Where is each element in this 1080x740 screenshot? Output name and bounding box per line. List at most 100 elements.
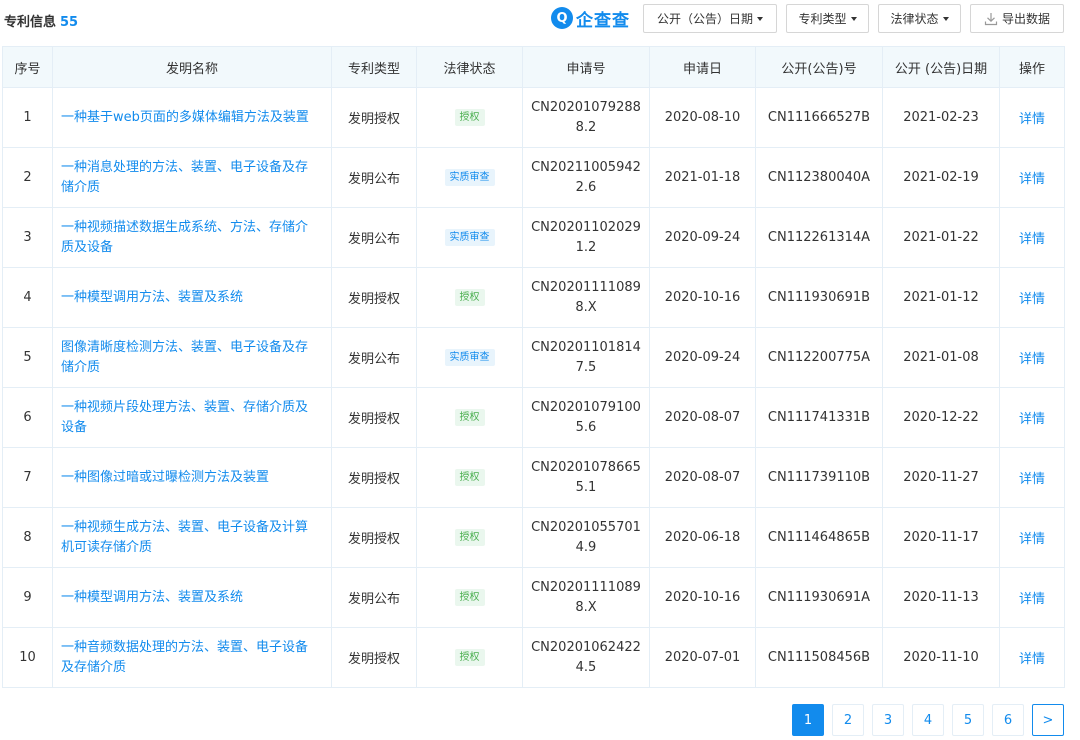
patent-type: 发明公布 bbox=[331, 207, 417, 268]
row-no: 6 bbox=[2, 387, 53, 448]
patent-name-link[interactable]: 一种模型调用方法、装置及系统 bbox=[61, 290, 243, 305]
column-header-action: 操作 bbox=[999, 46, 1065, 88]
detail-link[interactable]: 详情 bbox=[1019, 652, 1045, 667]
publication-number: CN112380040A bbox=[755, 147, 883, 208]
patent-type: 发明公布 bbox=[331, 567, 417, 628]
row-no: 5 bbox=[2, 327, 53, 388]
patent-name-link[interactable]: 一种图像过暗或过曝检测方法及装置 bbox=[61, 470, 269, 485]
status-badge: 授权 bbox=[454, 529, 485, 546]
page-button-6[interactable]: 6 bbox=[992, 704, 1024, 736]
patent-type: 发明授权 bbox=[331, 87, 417, 148]
publication-number: CN112200775A bbox=[755, 327, 883, 388]
column-header-no: 序号 bbox=[2, 46, 53, 88]
publication-number: CN111508456B bbox=[755, 627, 883, 688]
status-badge: 授权 bbox=[454, 589, 485, 606]
patent-name-link[interactable]: 一种音频数据处理的方法、装置、电子设备及存储介质 bbox=[61, 640, 308, 675]
download-icon bbox=[984, 12, 998, 25]
publication-number: CN111666527B bbox=[755, 87, 883, 148]
row-no: 7 bbox=[2, 447, 53, 508]
publication-date: 2020-11-10 bbox=[882, 627, 1000, 688]
detail-link[interactable]: 详情 bbox=[1019, 592, 1045, 607]
detail-link[interactable]: 详情 bbox=[1019, 232, 1045, 247]
detail-link[interactable]: 详情 bbox=[1019, 112, 1045, 127]
publication-date: 2021-01-08 bbox=[882, 327, 1000, 388]
brand-logo-icon: Q bbox=[551, 7, 573, 29]
patent-name-link[interactable]: 一种基于web页面的多媒体编辑方法及装置 bbox=[61, 110, 309, 125]
row-no: 1 bbox=[2, 87, 53, 148]
detail-link[interactable]: 详情 bbox=[1019, 412, 1045, 427]
column-header-status: 法律状态 bbox=[416, 46, 523, 88]
legal-status-filter[interactable]: 法律状态 bbox=[878, 4, 961, 33]
application-date: 2020-06-18 bbox=[649, 507, 756, 568]
row-no: 10 bbox=[2, 627, 53, 688]
column-header-app-no: 申请号 bbox=[522, 46, 650, 88]
publication-number: CN111930691B bbox=[755, 267, 883, 328]
publication-date: 2020-11-17 bbox=[882, 507, 1000, 568]
publication-date: 2021-02-23 bbox=[882, 87, 1000, 148]
application-number: CN202010557014.9 bbox=[522, 507, 650, 568]
row-no: 4 bbox=[2, 267, 53, 328]
patent-name-link[interactable]: 一种模型调用方法、装置及系统 bbox=[61, 590, 243, 605]
patent-name-link[interactable]: 一种视频片段处理方法、装置、存储介质及设备 bbox=[61, 400, 308, 435]
table-row: 1 一种基于web页面的多媒体编辑方法及装置 发明授权 授权 CN2020107… bbox=[2, 87, 1065, 148]
patent-name-link[interactable]: 一种视频描述数据生成系统、方法、存储介质及设备 bbox=[61, 220, 308, 255]
application-date: 2020-08-07 bbox=[649, 387, 756, 448]
detail-link[interactable]: 详情 bbox=[1019, 532, 1045, 547]
page-button-1[interactable]: 1 bbox=[792, 704, 824, 736]
application-number: CN202011018147.5 bbox=[522, 327, 650, 388]
next-page-button[interactable]: > bbox=[1032, 704, 1064, 736]
application-date: 2020-10-16 bbox=[649, 567, 756, 628]
table-row: 6 一种视频片段处理方法、装置、存储介质及设备 发明授权 授权 CN202010… bbox=[2, 387, 1065, 448]
application-number: CN202010786655.1 bbox=[522, 447, 650, 508]
publication-date: 2021-01-12 bbox=[882, 267, 1000, 328]
publication-number: CN112261314A bbox=[755, 207, 883, 268]
patent-type: 发明公布 bbox=[331, 147, 417, 208]
top-bar: 专利信息 55 Q 企查查 公开（公告）日期 专利类型 法律状态 导出数据 bbox=[0, 0, 1080, 40]
row-no: 8 bbox=[2, 507, 53, 568]
table-row: 9 一种模型调用方法、装置及系统 发明公布 授权 CN202011110898.… bbox=[2, 567, 1065, 628]
status-badge: 授权 bbox=[454, 109, 485, 126]
export-button-label: 导出数据 bbox=[1001, 12, 1050, 26]
table-row: 4 一种模型调用方法、装置及系统 发明授权 授权 CN202011110898.… bbox=[2, 267, 1065, 328]
detail-link[interactable]: 详情 bbox=[1019, 352, 1045, 367]
application-number: CN202110059422.6 bbox=[522, 147, 650, 208]
patent-name-link[interactable]: 图像清晰度检测方法、装置、电子设备及存储介质 bbox=[61, 340, 308, 375]
legal-status-filter-label: 法律状态 bbox=[890, 12, 939, 26]
patent-type-filter-label: 专利类型 bbox=[798, 12, 847, 26]
pagination: 1 2 3 4 5 6 > bbox=[0, 704, 1080, 736]
brand-logo: Q 企查查 bbox=[551, 6, 630, 31]
page-button-3[interactable]: 3 bbox=[872, 704, 904, 736]
detail-link[interactable]: 详情 bbox=[1019, 472, 1045, 487]
export-button[interactable]: 导出数据 bbox=[970, 4, 1064, 33]
status-badge: 实质审查 bbox=[444, 229, 495, 246]
publication-number: CN111741331B bbox=[755, 387, 883, 448]
patent-type: 发明授权 bbox=[331, 507, 417, 568]
page-button-2[interactable]: 2 bbox=[832, 704, 864, 736]
column-header-app-date: 申请日 bbox=[649, 46, 756, 88]
patent-type-filter[interactable]: 专利类型 bbox=[786, 4, 869, 33]
status-badge: 实质审查 bbox=[444, 349, 495, 366]
patent-type: 发明公布 bbox=[331, 327, 417, 388]
application-number: CN202011020291.2 bbox=[522, 207, 650, 268]
table-row: 7 一种图像过暗或过曝检测方法及装置 发明授权 授权 CN20201078665… bbox=[2, 447, 1065, 508]
application-date: 2020-08-07 bbox=[649, 447, 756, 508]
row-no: 3 bbox=[2, 207, 53, 268]
publication-number: CN111930691A bbox=[755, 567, 883, 628]
page-button-4[interactable]: 4 bbox=[912, 704, 944, 736]
caret-down-icon bbox=[850, 16, 857, 21]
application-number: CN202011110898.X bbox=[522, 567, 650, 628]
column-header-pub-no: 公开(公告)号 bbox=[755, 46, 883, 88]
status-badge: 授权 bbox=[454, 409, 485, 426]
page-button-5[interactable]: 5 bbox=[952, 704, 984, 736]
pub-date-filter[interactable]: 公开（公告）日期 bbox=[643, 4, 777, 33]
application-date: 2020-08-10 bbox=[649, 87, 756, 148]
publication-number: CN111739110B bbox=[755, 447, 883, 508]
publication-date: 2020-11-13 bbox=[882, 567, 1000, 628]
column-header-name: 发明名称 bbox=[52, 46, 332, 88]
patent-name-link[interactable]: 一种视频生成方法、装置、电子设备及计算机可读存储介质 bbox=[61, 520, 308, 555]
detail-link[interactable]: 详情 bbox=[1019, 172, 1045, 187]
patent-name-link[interactable]: 一种消息处理的方法、装置、电子设备及存储介质 bbox=[61, 160, 308, 195]
table-row: 8 一种视频生成方法、装置、电子设备及计算机可读存储介质 发明授权 授权 CN2… bbox=[2, 507, 1065, 568]
patent-type: 发明授权 bbox=[331, 387, 417, 448]
detail-link[interactable]: 详情 bbox=[1019, 292, 1045, 307]
